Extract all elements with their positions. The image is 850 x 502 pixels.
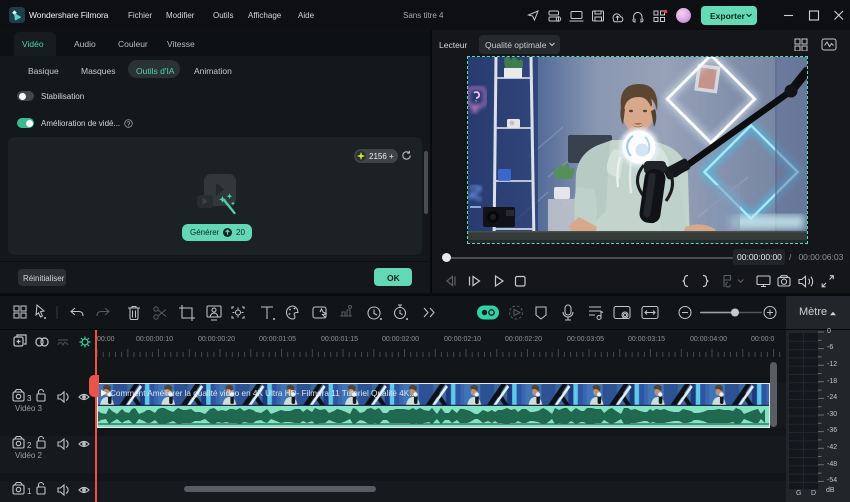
svg-text:Comment Améliorer la qualité v: Comment Améliorer la qualité vidéo en 4K… bbox=[110, 389, 416, 398]
svg-text:3: 3 bbox=[27, 394, 32, 403]
svg-text:1: 1 bbox=[27, 487, 32, 496]
svg-text:2: 2 bbox=[27, 441, 32, 450]
